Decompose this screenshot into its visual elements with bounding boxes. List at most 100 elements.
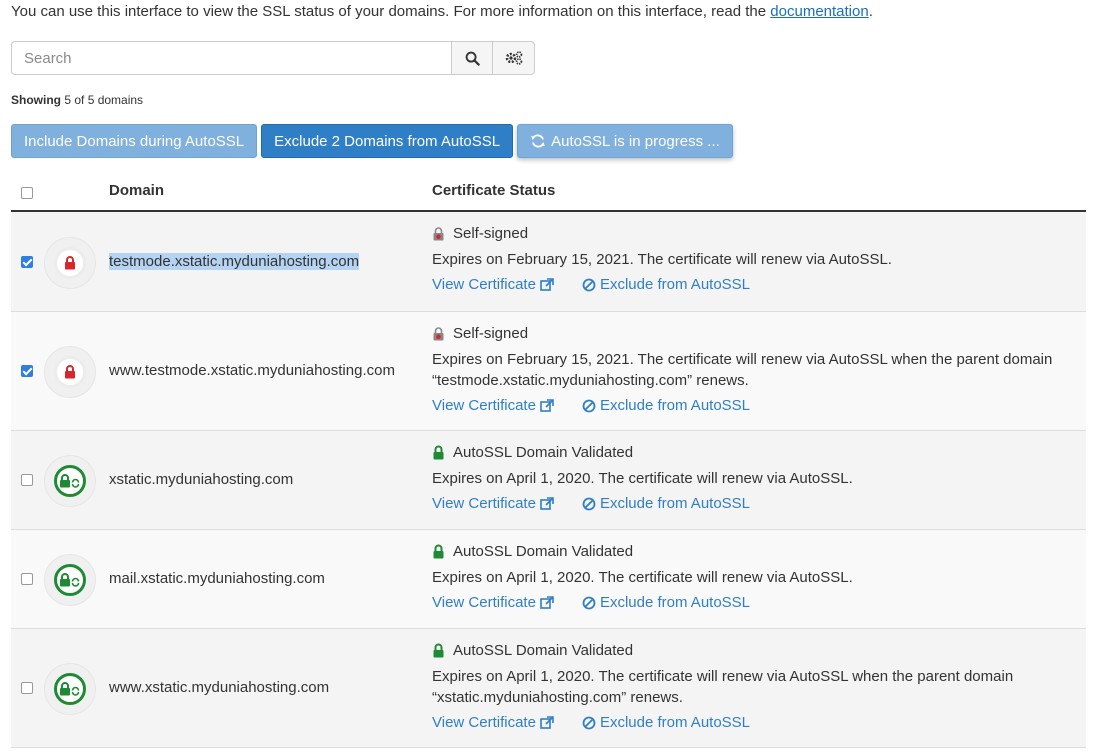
- row-links: View Certificate Exclude from AutoSSL: [432, 397, 1052, 414]
- ban-icon: [582, 278, 596, 291]
- view-certificate-label: View Certificate: [432, 276, 536, 293]
- ssl-status-indicator: [44, 554, 96, 606]
- status-label: AutoSSL Domain Validated: [453, 543, 634, 560]
- select-all-checkbox[interactable]: [21, 187, 33, 199]
- include-domains-button[interactable]: Include Domains during AutoSSL: [11, 124, 258, 158]
- autossl-progress-label: AutoSSL is in progress ...: [551, 132, 720, 150]
- view-certificate-link[interactable]: View Certificate: [432, 714, 554, 731]
- autossl-lock-icon: [54, 465, 86, 497]
- self-signed-lock-icon: [432, 226, 449, 241]
- ban-icon: [582, 596, 596, 609]
- view-certificate-link[interactable]: View Certificate: [432, 397, 554, 414]
- domain-column-header: Domain: [109, 182, 165, 199]
- expiry-line: “xstatic.myduniahosting.com” renews.: [432, 689, 683, 706]
- exclude-from-autossl-link[interactable]: Exclude from AutoSSL: [582, 714, 750, 731]
- autossl-lock-icon: [54, 564, 86, 596]
- validated-lock-icon: [432, 643, 449, 658]
- exclude-domains-button[interactable]: Exclude 2 Domains from AutoSSL: [261, 124, 514, 158]
- view-certificate-link[interactable]: View Certificate: [432, 495, 554, 512]
- autossl-lock-icon: [54, 673, 86, 705]
- ban-icon: [582, 399, 596, 412]
- domain-name: testmode.xstatic.myduniahosting.com: [109, 253, 360, 270]
- action-buttons: Include Domains during AutoSSL Exclude 2…: [11, 124, 733, 158]
- expiry-text: Expires on April 1, 2020. The certificat…: [432, 468, 853, 489]
- ssl-status-indicator: [44, 455, 96, 507]
- domain-name: xstatic.myduniahosting.com: [109, 471, 294, 488]
- gears-icon: [505, 51, 522, 65]
- row-checkbox[interactable]: [21, 474, 33, 486]
- exclude-from-autossl-label: Exclude from AutoSSL: [599, 594, 751, 611]
- expiry-line: Expires on April 1, 2020. The certificat…: [432, 470, 853, 487]
- status-title: AutoSSL Domain Validated: [432, 642, 1013, 659]
- ban-icon: [582, 716, 596, 729]
- exclude-from-autossl-link[interactable]: Exclude from AutoSSL: [582, 276, 750, 293]
- status-label: Self-signed: [453, 225, 529, 242]
- exclude-from-autossl-label: Exclude from AutoSSL: [599, 495, 751, 512]
- certificate-status: AutoSSL Domain Validated Expires on April…: [432, 642, 1013, 731]
- domain-name: www.testmode.xstatic.myduniahosting.com: [109, 362, 395, 379]
- row-checkbox[interactable]: [21, 256, 33, 268]
- search-input[interactable]: [11, 41, 451, 75]
- exclude-from-autossl-label: Exclude from AutoSSL: [599, 397, 751, 414]
- view-certificate-link[interactable]: View Certificate: [432, 276, 554, 293]
- table-row: testmode.xstatic.myduniahosting.com Self-…: [11, 212, 1086, 312]
- table-row: www.testmode.xstatic.myduniahosting.com S…: [11, 312, 1086, 431]
- row-links: View Certificate Exclude from AutoSSL: [432, 495, 853, 512]
- refresh-icon: [531, 134, 545, 148]
- ssl-status-indicator: [44, 346, 96, 398]
- certificate-status: AutoSSL Domain Validated Expires on April…: [432, 444, 853, 512]
- domain-name: www.xstatic.myduniahosting.com: [109, 679, 330, 696]
- external-link-icon: [540, 715, 554, 729]
- showing-label: Showing: [11, 93, 61, 107]
- ssl-status-indicator: [44, 237, 96, 289]
- intro-description: You can use this interface to view the S…: [11, 3, 767, 20]
- expiry-text: Expires on February 15, 2021. The certif…: [432, 249, 892, 270]
- external-link-icon: [540, 277, 554, 291]
- status-label: Self-signed: [453, 325, 529, 342]
- documentation-link[interactable]: documentation: [770, 3, 868, 20]
- validated-lock-icon: [432, 544, 449, 559]
- expiry-line: “testmode.xstatic.myduniahosting.com” re…: [432, 372, 749, 389]
- external-link-icon: [540, 398, 554, 412]
- showing-text: 5 of 5 domains: [64, 93, 144, 107]
- row-checkbox[interactable]: [21, 365, 33, 377]
- autossl-progress-button[interactable]: AutoSSL is in progress ...: [517, 124, 733, 158]
- view-certificate-label: View Certificate: [432, 594, 536, 611]
- search-icon: [465, 51, 480, 66]
- status-label: AutoSSL Domain Validated: [453, 444, 634, 461]
- row-links: View Certificate Exclude from AutoSSL: [432, 594, 853, 611]
- domain-name: mail.xstatic.myduniahosting.com: [109, 570, 325, 587]
- expiry-line: Expires on April 1, 2020. The certificat…: [432, 569, 853, 586]
- status-title: Self-signed: [432, 225, 892, 242]
- view-certificate-link[interactable]: View Certificate: [432, 594, 554, 611]
- expiry-text: Expires on April 1, 2020. The certificat…: [432, 666, 1013, 708]
- exclude-from-autossl-link[interactable]: Exclude from AutoSSL: [582, 495, 750, 512]
- intro-text: You can use this interface to view the S…: [11, 3, 873, 20]
- expiry-line: Expires on April 1, 2020. The certificat…: [432, 668, 1014, 685]
- settings-button[interactable]: [493, 41, 535, 75]
- certificate-status: AutoSSL Domain Validated Expires on April…: [432, 543, 853, 611]
- expiry-line: Expires on February 15, 2021. The certif…: [432, 351, 1053, 368]
- search-button[interactable]: [451, 41, 493, 75]
- expiry-text: Expires on April 1, 2020. The certificat…: [432, 567, 853, 588]
- intro-period: .: [868, 3, 873, 20]
- status-column-header: Certificate Status: [432, 182, 556, 199]
- ssl-status-indicator: [44, 663, 96, 715]
- ban-icon: [582, 497, 596, 510]
- exclude-from-autossl-link[interactable]: Exclude from AutoSSL: [582, 397, 750, 414]
- exclude-from-autossl-link[interactable]: Exclude from AutoSSL: [582, 594, 750, 611]
- row-checkbox[interactable]: [21, 573, 33, 585]
- self-signed-lock-icon: [432, 326, 449, 341]
- status-title: AutoSSL Domain Validated: [432, 444, 853, 461]
- table-row: xstatic.myduniahosting.com AutoSSL Domain…: [11, 431, 1086, 530]
- external-link-icon: [540, 595, 554, 609]
- row-links: View Certificate Exclude from AutoSSL: [432, 276, 892, 293]
- exclude-from-autossl-label: Exclude from AutoSSL: [599, 276, 751, 293]
- row-links: View Certificate Exclude from AutoSSL: [432, 714, 1013, 731]
- row-checkbox[interactable]: [21, 682, 33, 694]
- view-certificate-label: View Certificate: [432, 714, 536, 731]
- expiry-line: Expires on February 15, 2021. The certif…: [432, 251, 892, 268]
- table-row: www.xstatic.myduniahosting.com AutoSSL Do…: [11, 629, 1086, 748]
- table-header: Domain Certificate Status: [11, 172, 1086, 212]
- exclude-from-autossl-label: Exclude from AutoSSL: [599, 714, 751, 731]
